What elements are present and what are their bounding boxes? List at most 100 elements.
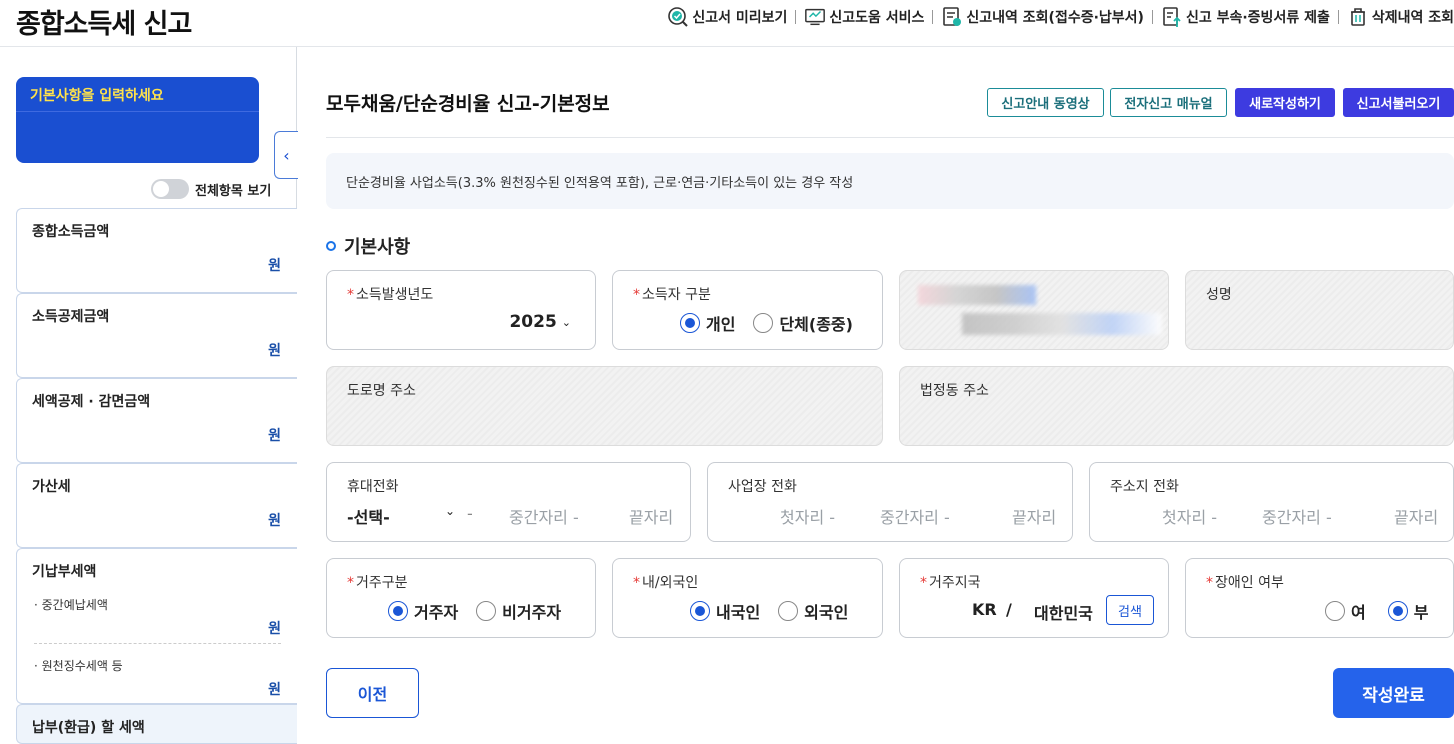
dash-separator: - — [467, 504, 473, 523]
sidebar-item-total-income[interactable]: 종합소득금액 원 — [16, 208, 297, 293]
disability-yes-radio[interactable]: 여 — [1325, 599, 1366, 623]
business-phone-mid-input[interactable]: 중간자리 - — [880, 504, 950, 528]
sidebar-item-penalty-tax[interactable]: 가산세 원 — [16, 463, 297, 548]
menu-submit-docs-label: 신고 부속·증빙서류 제출 — [1185, 10, 1330, 26]
name-label: 성명 — [1206, 287, 1232, 303]
chevron-down-icon: ⌄ — [444, 504, 455, 518]
country-code: KR — [972, 600, 997, 619]
sidebar-prompt-box: 기본사항을 입력하세요 — [16, 77, 259, 163]
page-title: 종합소득세 신고 — [16, 9, 192, 40]
income-type-label: * 소득자 구분 — [633, 287, 711, 303]
residency-label: * 거주구분 — [347, 575, 408, 591]
business-phone-card: 사업장 전화 첫자리 - 중간자리 - 끝자리 — [707, 462, 1073, 542]
residency-card: * 거주구분 거주자 비거주자 — [326, 558, 596, 638]
country-card: * 거주지국 KR / 대한민국 검색 — [899, 558, 1169, 638]
amount-unit: 원 — [268, 428, 281, 444]
sidebar-sub-withholding: · 원천징수세액 등 — [34, 659, 123, 673]
sidebar-item-payable-tax[interactable]: 납부(환급) 할 세액 — [16, 704, 297, 744]
radio-circle — [1387, 601, 1408, 621]
trash-icon — [1347, 6, 1369, 28]
sidebar-item-tax-credit[interactable]: 세액공제 · 감면금액 원 — [16, 378, 297, 463]
manual-button[interactable]: 전자신고 매뉴얼 — [1110, 88, 1227, 117]
menu-submit-docs[interactable]: 신고 부속·증빙서류 제출 — [1161, 6, 1330, 28]
show-all-toggle[interactable] — [151, 179, 189, 199]
foreigner-radio[interactable]: 외국인 — [778, 599, 848, 623]
business-phone-end-input[interactable]: 끝자리 — [1012, 504, 1056, 528]
new-write-button[interactable]: 새로작성하기 — [1235, 88, 1335, 117]
divider — [34, 643, 281, 644]
top-menu: 신고서 미리보기 신고도움 서비스 신고내역 조회(접수증·납부서) 신고 부속… — [667, 6, 1454, 28]
year-select[interactable]: 2025 ⌄ — [509, 312, 571, 332]
income-type-individual-radio[interactable]: 개인 — [680, 311, 735, 335]
business-phone-label: 사업장 전화 — [728, 479, 797, 495]
mobile-phone-label: 휴대전화 — [347, 479, 399, 495]
country-label: * 거주지국 — [920, 575, 981, 591]
income-type-group-radio[interactable]: 단체(종중) — [753, 311, 853, 335]
menu-preview[interactable]: 신고서 미리보기 — [667, 6, 787, 28]
radio-circle — [476, 601, 497, 621]
home-phone-mid-input[interactable]: 중간자리 - — [1262, 504, 1332, 528]
sidebar-item-prepaid-tax[interactable]: 기납부세액 · 중간예납세액 원 · 원천징수세액 등 원 — [16, 548, 297, 704]
radio-circle — [1325, 601, 1345, 621]
legal-address-label: 법정동 주소 — [920, 383, 989, 399]
prev-button[interactable]: 이전 — [326, 668, 419, 718]
nationality-label: * 내/외국인 — [633, 575, 699, 591]
menu-deleted[interactable]: 삭제내역 조회 — [1347, 6, 1454, 28]
mobile-end-input[interactable]: 끝자리 — [629, 504, 673, 528]
sidebar-prompt: 기본사항을 입력하세요 — [16, 77, 259, 112]
redacted-id-detail — [962, 313, 1162, 335]
redacted-id — [918, 285, 1036, 305]
non-resident-radio[interactable]: 비거주자 — [476, 599, 561, 623]
show-all-toggle-wrap: 전체항목 보기 — [151, 179, 271, 199]
mobile-mid-input[interactable]: 중간자리 - — [509, 504, 579, 528]
mobile-prefix-select[interactable]: -선택- ⌄ — [347, 504, 455, 528]
section-title: 기본사항 — [326, 233, 410, 259]
disability-card: * 장애인 여부 여 부 — [1185, 558, 1454, 638]
amount-unit: 원 — [268, 682, 281, 698]
amount-unit: 원 — [268, 513, 281, 529]
sidebar-item-label: 납부(환급) 할 세액 — [32, 720, 145, 736]
disability-no-radio[interactable]: 부 — [1387, 599, 1428, 623]
guide-video-button[interactable]: 신고안내 동영상 — [987, 88, 1104, 117]
year-label: * 소득발생년도 — [347, 287, 434, 303]
year-card: * 소득발생년도 2025 ⌄ — [326, 270, 596, 350]
menu-help[interactable]: 신고도움 서비스 — [804, 6, 924, 28]
mobile-prefix-value: -선택- — [347, 508, 390, 527]
legal-address-card: 법정동 주소 — [899, 366, 1454, 446]
notice-box: 단순경비율 사업소득(3.3% 원천징수된 인적용역 포함), 근로·연금·기타… — [326, 153, 1454, 209]
sidebar-item-income-deduction[interactable]: 소득공제금액 원 — [16, 293, 297, 378]
menu-divider — [1337, 10, 1339, 24]
home-phone-card: 주소지 전화 첫자리 - 중간자리 - 끝자리 — [1089, 462, 1454, 542]
menu-history[interactable]: 신고내역 조회(접수증·납부서) — [941, 6, 1144, 28]
country-search-button[interactable]: 검색 — [1106, 595, 1154, 625]
menu-divider — [795, 10, 797, 24]
resident-radio[interactable]: 거주자 — [388, 599, 458, 623]
chevron-down-icon: ⌄ — [561, 315, 571, 329]
amount-unit: 원 — [268, 343, 281, 359]
menu-preview-label: 신고서 미리보기 — [692, 10, 788, 26]
menu-divider — [932, 10, 934, 24]
history-doc-icon — [941, 6, 963, 28]
sidebar-collapse-button[interactable]: ‹ — [274, 131, 298, 179]
road-address-label: 도로명 주소 — [347, 383, 416, 399]
sidebar: 기본사항을 입력하세요 전체항목 보기 종합소득금액 원 소득공제금액 원 세액… — [0, 47, 298, 744]
radio-circle — [680, 313, 700, 333]
complete-button[interactable]: 작성완료 — [1333, 668, 1454, 718]
main-title: 모두채움/단순경비율 신고-기본정보 — [326, 93, 610, 115]
name-card: 성명 — [1185, 270, 1454, 350]
home-phone-first-input[interactable]: 첫자리 - — [1162, 504, 1217, 528]
section-title-label: 기본사항 — [344, 237, 411, 258]
sidebar-item-label: 가산세 — [32, 479, 71, 495]
disability-label: * 장애인 여부 — [1206, 575, 1284, 591]
radio-circle — [690, 601, 710, 621]
load-return-button[interactable]: 신고서불러오기 — [1343, 88, 1454, 117]
menu-history-label: 신고내역 조회(접수증·납부서) — [966, 10, 1144, 26]
home-phone-end-input[interactable]: 끝자리 — [1394, 504, 1438, 528]
country-name: 대한민국 — [1034, 604, 1093, 623]
amount-unit: 원 — [268, 258, 281, 274]
nationality-card: * 내/외국인 내국인 외국인 — [612, 558, 883, 638]
year-value: 2025 — [509, 312, 557, 332]
domestic-radio[interactable]: 내국인 — [690, 599, 760, 623]
sidebar-item-label: 세액공제 · 감면금액 — [32, 394, 151, 410]
business-phone-first-input[interactable]: 첫자리 - — [780, 504, 835, 528]
